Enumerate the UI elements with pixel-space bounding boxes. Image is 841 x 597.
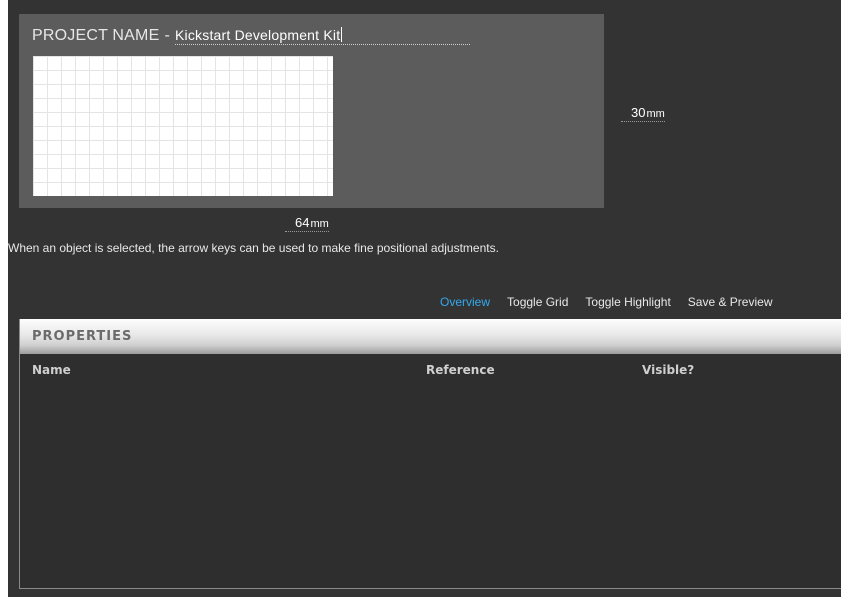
column-header-name[interactable]: Name xyxy=(32,363,71,377)
overview-link[interactable]: Overview xyxy=(440,295,490,311)
toggle-highlight-link[interactable]: Toggle Highlight xyxy=(585,295,670,311)
project-name-input[interactable]: Kickstart Development Kit xyxy=(175,26,470,45)
board-height-dimension[interactable]: 30mm xyxy=(621,105,665,122)
project-name-value: Kickstart Development Kit xyxy=(175,27,341,43)
project-name-row: PROJECT NAME - Kickstart Development Kit xyxy=(32,26,470,50)
width-unit: mm xyxy=(310,218,329,230)
project-name-separator: - xyxy=(164,27,170,44)
save-preview-link[interactable]: Save & Preview xyxy=(688,295,773,311)
view-toolbar: Overview Toggle Grid Toggle Highlight Sa… xyxy=(440,295,772,311)
height-value: 30 xyxy=(631,105,646,120)
column-header-visible[interactable]: Visible? xyxy=(642,363,694,377)
toggle-grid-link[interactable]: Toggle Grid xyxy=(507,295,568,311)
editor-app: PROJECT NAME - Kickstart Development Kit… xyxy=(8,0,841,597)
design-canvas-panel[interactable]: PROJECT NAME - Kickstart Development Kit xyxy=(19,14,604,208)
project-name-label: PROJECT NAME xyxy=(32,27,160,44)
properties-title: PROPERTIES xyxy=(32,329,133,344)
text-caret xyxy=(341,27,343,42)
height-unit: mm xyxy=(646,108,665,120)
board-grid[interactable] xyxy=(33,56,333,196)
properties-header: PROPERTIES xyxy=(20,319,841,354)
column-header-reference[interactable]: Reference xyxy=(426,363,495,377)
board-width-dimension[interactable]: 64mm xyxy=(285,215,329,232)
positioning-hint: When an object is selected, the arrow ke… xyxy=(8,241,499,255)
width-value: 64 xyxy=(295,215,310,230)
properties-panel: PROPERTIES Name Reference Visible? xyxy=(19,319,841,589)
